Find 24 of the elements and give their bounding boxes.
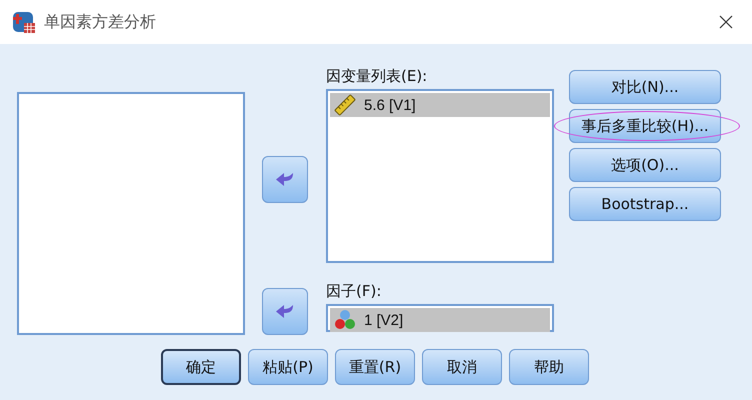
dialog-button[interactable]: 确定 [161, 349, 241, 385]
arrow-icon [275, 304, 295, 320]
arrow-icon [275, 172, 295, 188]
field-label: 因子(F): [326, 281, 382, 302]
dialog-button[interactable]: 粘贴(P) [248, 349, 328, 385]
dialog-button[interactable]: 帮助 [509, 349, 589, 385]
dependent-list[interactable]: 5.6 [V1] [326, 89, 554, 263]
variable-list[interactable] [17, 92, 245, 335]
dialog-button[interactable]: 事后多重比较(H)... [569, 109, 721, 143]
dialog-button[interactable]: 重置(R) [335, 349, 415, 385]
dialog-button[interactable]: 对比(N)... [569, 70, 721, 104]
variable-item[interactable]: 5.6 [V1] [330, 93, 550, 117]
list-label: 因变量列表(E): [326, 66, 428, 87]
dialog-button[interactable]: 取消 [422, 349, 502, 385]
dialog-button[interactable]: 选项(O)... [569, 148, 721, 182]
dialog-button[interactable]: Bootstrap... [569, 187, 721, 221]
variable-item[interactable]: 1 [V2] [330, 308, 550, 332]
move-button[interactable] [262, 288, 308, 335]
close-icon[interactable] [719, 15, 733, 29]
window-title: 单因素方差分析 [44, 12, 157, 32]
factor-field[interactable]: 1 [V2] [326, 304, 554, 332]
nominal-icon [334, 309, 356, 331]
move-button[interactable] [262, 156, 308, 203]
app-icon [12, 10, 36, 34]
